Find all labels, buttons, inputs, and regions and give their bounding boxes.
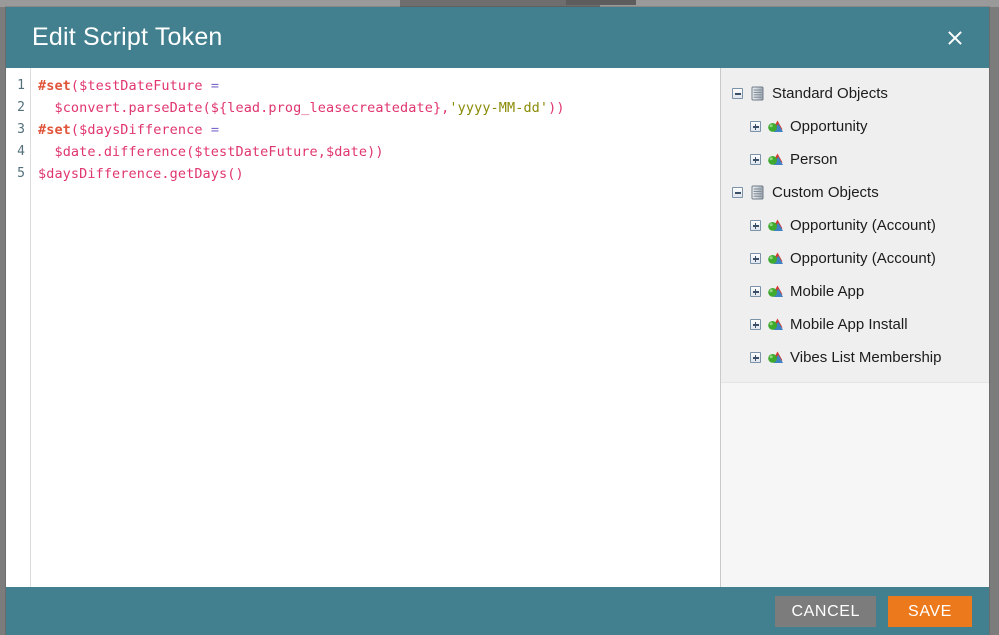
object-icon	[767, 283, 790, 300]
expand-plus-icon[interactable]	[750, 220, 761, 231]
expand-plus-icon[interactable]	[750, 154, 761, 165]
code-token	[203, 122, 211, 138]
object-icon	[767, 151, 790, 168]
tree-item-person[interactable]: Person	[721, 143, 989, 176]
expand-plus-icon[interactable]	[750, 286, 761, 297]
object-icon	[767, 217, 790, 234]
code-token: $daysDifference.getDays	[38, 166, 227, 182]
tree-item-opportunity-account[interactable]: Opportunity (Account)	[721, 242, 989, 275]
dialog-header: Edit Script Token	[6, 7, 989, 68]
code-token	[203, 78, 211, 94]
collapse-minus-icon[interactable]	[732, 88, 743, 99]
code-line: #set($daysDifference =	[38, 119, 720, 141]
code-token: $testDateFuture	[79, 78, 202, 94]
close-icon	[945, 28, 965, 48]
object-icon	[767, 250, 784, 267]
database-icon	[749, 85, 766, 102]
expand-plus-icon[interactable]	[750, 352, 761, 363]
collapse-minus-icon[interactable]	[732, 187, 743, 198]
object-tree-empty-area	[721, 383, 989, 587]
code-token	[38, 144, 54, 160]
code-token: (	[71, 122, 79, 138]
tree-item-opportunity[interactable]: Opportunity	[721, 110, 989, 143]
tree-item-opportunity-account[interactable]: Opportunity (Account)	[721, 209, 989, 242]
code-token: ))	[548, 100, 564, 116]
object-icon	[767, 316, 784, 333]
object-icon	[767, 118, 790, 135]
object-tree-panel: Standard Objects Opportunity Person Custom …	[721, 68, 989, 587]
code-token: $date.difference($testDateFuture,$date))	[54, 144, 383, 160]
line-number: 1	[6, 75, 30, 97]
code-line: $date.difference($testDateFuture,$date))	[38, 141, 720, 163]
save-button[interactable]: SAVE	[888, 596, 972, 627]
expand-plus-icon[interactable]	[750, 319, 761, 330]
code-token: ()	[227, 166, 243, 182]
object-tree-list: Standard Objects Opportunity Person Custom …	[721, 68, 989, 383]
tree-item-label: Opportunity	[790, 119, 868, 135]
object-icon	[767, 250, 790, 267]
code-line: $daysDifference.getDays()	[38, 163, 720, 185]
cancel-button[interactable]: CANCEL	[775, 596, 876, 627]
line-number: 5	[6, 163, 30, 185]
code-token: $convert.parseDate(${lead.prog_leasecrea…	[54, 100, 441, 116]
edit-script-token-dialog: Edit Script Token 1 2 3 4 5 #set($testDa…	[6, 7, 989, 635]
code-token: =	[211, 122, 219, 138]
tree-item-label: Mobile App	[790, 284, 864, 300]
code-token: 'yyyy-MM-dd'	[449, 100, 548, 116]
tree-item-label: Standard Objects	[772, 86, 888, 102]
tree-item-mobile-app-install[interactable]: Mobile App Install	[721, 308, 989, 341]
dialog-body: 1 2 3 4 5 #set($testDateFuture = $conver…	[6, 68, 989, 587]
object-icon	[767, 316, 790, 333]
tree-item-custom-objects[interactable]: Custom Objects	[721, 176, 989, 209]
object-icon	[767, 217, 784, 234]
object-icon	[767, 349, 784, 366]
dialog-footer: CANCEL SAVE	[6, 587, 989, 635]
tree-item-label: Person	[790, 152, 838, 168]
editor-code-area[interactable]: #set($testDateFuture = $convert.parseDat…	[31, 68, 720, 587]
code-token: #set	[38, 122, 71, 138]
object-icon	[767, 118, 784, 135]
tree-item-label: Mobile App Install	[790, 317, 908, 333]
code-line: $convert.parseDate(${lead.prog_leasecrea…	[38, 97, 720, 119]
close-button[interactable]	[942, 25, 968, 51]
line-number: 2	[6, 97, 30, 119]
database-icon	[749, 184, 772, 201]
tree-item-label: Opportunity (Account)	[790, 218, 936, 234]
object-icon	[767, 349, 790, 366]
code-token: (	[71, 78, 79, 94]
tree-item-label: Vibes List Membership	[790, 350, 941, 366]
object-icon	[767, 283, 784, 300]
code-token: $daysDifference	[79, 122, 202, 138]
tree-item-label: Custom Objects	[772, 185, 879, 201]
tree-item-label: Opportunity (Account)	[790, 251, 936, 267]
page-title: Edit Script Token	[32, 25, 223, 50]
script-editor[interactable]: 1 2 3 4 5 #set($testDateFuture = $conver…	[6, 68, 721, 587]
code-token: #set	[38, 78, 71, 94]
expand-plus-icon[interactable]	[750, 253, 761, 264]
line-number: 3	[6, 119, 30, 141]
database-icon	[749, 85, 772, 102]
expand-plus-icon[interactable]	[750, 121, 761, 132]
database-icon	[749, 184, 766, 201]
code-token: =	[211, 78, 219, 94]
backdrop-band-dark-2	[566, 0, 636, 5]
editor-line-number-gutter: 1 2 3 4 5	[6, 68, 31, 587]
tree-item-vibes-list-membership[interactable]: Vibes List Membership	[721, 341, 989, 374]
line-number: 4	[6, 141, 30, 163]
object-icon	[767, 151, 784, 168]
tree-item-mobile-app[interactable]: Mobile App	[721, 275, 989, 308]
code-token	[38, 100, 54, 116]
code-line: #set($testDateFuture =	[38, 75, 720, 97]
tree-item-standard-objects[interactable]: Standard Objects	[721, 77, 989, 110]
